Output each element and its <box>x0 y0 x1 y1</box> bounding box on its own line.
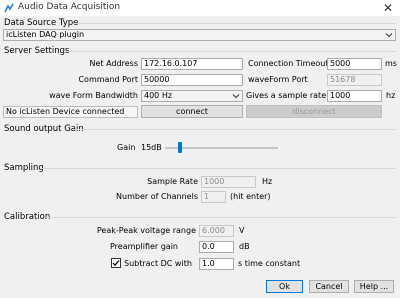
close-icon[interactable]: ✕ <box>380 0 396 16</box>
app-icon <box>4 3 14 13</box>
subtract-dc-field[interactable]: 1.0 <box>199 258 234 270</box>
sound-output-section: Sound output Gain <box>0 124 400 134</box>
window-title: Audio Data Acquisition <box>18 2 121 12</box>
bandwidth-select[interactable]: 400 Hz <box>141 90 243 102</box>
pp-voltage-label: Peak-Peak voltage range <box>96 226 196 235</box>
disconnect-button: disconnect <box>246 105 382 118</box>
sample-rate-out-label: Gives a sample rate of: <box>246 91 339 100</box>
pp-voltage-unit: V <box>239 226 245 235</box>
gain-value: 15dB <box>141 143 162 152</box>
divider <box>72 129 396 130</box>
bandwidth-label: wave Form Bandwidth <box>49 91 138 100</box>
connection-timeout-field[interactable]: 5000 <box>327 58 382 70</box>
divider <box>46 217 396 218</box>
net-address-label: Net Address <box>89 59 138 68</box>
sample-rate-out-field[interactable]: 1000 <box>327 90 382 102</box>
data-source-section: Data Source Type <box>0 18 400 28</box>
connection-status: No icListen Device connected <box>3 106 138 118</box>
net-address-field[interactable]: 172.16.0.107 <box>141 58 243 70</box>
bandwidth-select-value: 400 Hz <box>144 91 173 100</box>
sampling-section: Sampling <box>0 163 400 173</box>
command-port-label: Command Port <box>78 75 138 84</box>
divider <box>74 23 396 24</box>
subtract-dc-label: Subtract DC with <box>124 259 192 268</box>
preamp-unit: dB <box>239 242 250 251</box>
calibration-section-label: Calibration <box>4 212 51 222</box>
channels-label: Number of Channels <box>116 192 198 201</box>
gain-slider-thumb[interactable] <box>178 142 183 153</box>
sampling-rate-field: 1000 <box>201 176 256 188</box>
chevron-down-icon <box>232 94 240 99</box>
preamp-label: Preamplifier gain <box>110 242 179 251</box>
connection-timeout-unit: ms <box>385 59 397 68</box>
sampling-rate-unit: Hz <box>262 177 273 186</box>
divider <box>40 168 396 169</box>
sampling-rate-label: Sample Rate <box>147 177 198 186</box>
sample-rate-out-unit: hz <box>386 91 396 100</box>
subtract-dc-checkbox[interactable] <box>111 258 121 268</box>
chevron-down-icon <box>385 33 393 38</box>
connection-timeout-label: Connection Timeout: <box>248 59 332 68</box>
command-port-field[interactable]: 50000 <box>141 74 243 86</box>
server-section: Server Settings <box>0 46 400 56</box>
channels-hint: (hit enter) <box>230 192 271 201</box>
data-source-select-value: icListen DAQ plugin <box>6 30 85 39</box>
connect-button[interactable]: connect <box>141 105 243 118</box>
sampling-section-label: Sampling <box>4 163 44 173</box>
ok-button[interactable]: Ok <box>266 280 303 293</box>
help-button[interactable]: Help ... <box>354 280 394 293</box>
check-icon <box>112 260 120 267</box>
data-source-section-label: Data Source Type <box>4 18 79 28</box>
server-section-label: Server Settings <box>4 46 70 56</box>
calibration-section: Calibration <box>0 212 400 222</box>
data-source-select[interactable]: icListen DAQ plugin <box>3 29 396 41</box>
subtract-dc-unit: s time constant <box>238 259 301 268</box>
preamp-field[interactable]: 0.0 <box>199 241 234 253</box>
waveform-port-field: 51678 <box>327 74 382 86</box>
divider <box>64 51 396 52</box>
gain-label: Gain <box>117 143 136 152</box>
channels-field: 1 <box>201 191 226 203</box>
waveform-port-label: waveForm Port <box>248 75 308 84</box>
pp-voltage-field: 6.000 <box>199 225 234 237</box>
cancel-button[interactable]: Cancel <box>309 280 349 293</box>
